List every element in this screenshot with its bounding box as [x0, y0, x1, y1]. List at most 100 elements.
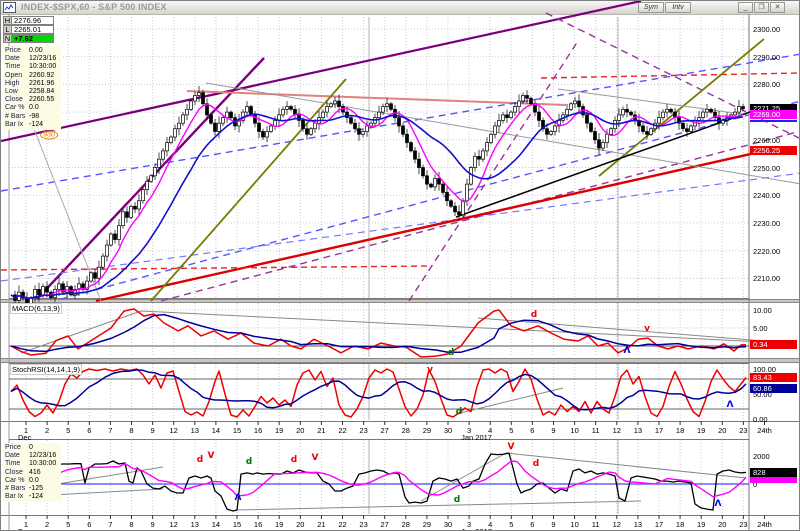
x-axis-day-label: 27 — [380, 426, 389, 435]
signal-annotation: v — [644, 324, 650, 334]
breadth-ma-badge — [750, 476, 797, 483]
x-axis-day-label: 8 — [129, 520, 134, 529]
x-axis-day-label: 11 — [591, 520, 600, 529]
x-axis-day-label: 30 — [443, 426, 453, 435]
price-axis-label: 2280.00 — [753, 80, 781, 90]
macd-signal-line — [10, 313, 747, 353]
signal-annotation: d — [290, 455, 298, 465]
x-axis-day-label: 13 — [190, 426, 199, 435]
signal-annotation: v — [427, 365, 433, 375]
breadth-line — [52, 452, 747, 512]
data-window-row: Time 10:30:00 — [5, 63, 57, 71]
x-axis-day-label: 12 — [169, 520, 178, 529]
x-axis-day-label: 28 — [401, 520, 410, 529]
x-axis-day-label: 28 — [401, 426, 410, 435]
x-axis-day-label: 10 — [570, 520, 579, 529]
data-window-row: Bar Ix -124 — [5, 493, 44, 501]
x-axis-day-label: 21 — [317, 426, 326, 435]
data-window-row: High 2261.96 — [5, 79, 55, 87]
x-axis-month-label: Jan 2017 — [461, 527, 492, 530]
x-axis-day-label: 5 — [509, 426, 514, 435]
data-window-row: # Bars -125 — [5, 485, 44, 493]
x-axis-day-label: 19 — [275, 426, 284, 435]
trendline — [205, 82, 799, 185]
price-axis-label: 2290.00 — [753, 52, 781, 62]
signal-annotation: V — [311, 453, 319, 463]
x-axis-day-label: 12 — [169, 426, 178, 435]
signal-annotation: d — [447, 348, 455, 358]
data-window-bottom: Price 0 Date 12/23/16 Time 10:30:00 Close 416 Ca… — [3, 443, 61, 503]
breadth-trendline — [235, 500, 642, 511]
x-axis-day-label: 10 — [570, 426, 579, 435]
x-axis-day-label: 23 — [739, 426, 748, 435]
breadth-value-badge: 828 — [750, 467, 797, 477]
breadth-trendline — [505, 452, 747, 479]
x-axis-day-label: 21 — [317, 520, 326, 529]
data-window-row: Date 12/23/16 — [5, 452, 57, 460]
data-window-main: Price 0.00 Date 12/23/16 Time 10:30:00 Open 226… — [3, 46, 61, 131]
quote-box: H 2276.96 L 2265.01 N +7.62 — [3, 16, 54, 43]
x-axis-month-label: Jan 2017 — [461, 433, 492, 442]
macd-axis-label: 5.00 — [753, 324, 768, 333]
x-axis-day-label: 20 — [296, 426, 305, 435]
quote-key: L — [3, 25, 12, 34]
data-window-row: Date 12/23/16 — [5, 55, 57, 63]
price-axis-label: 2260.00 — [753, 135, 781, 145]
signal-annotation: V — [507, 442, 515, 452]
x-axis-day-label: 27 — [380, 520, 389, 529]
x-axis-day-label: 23 — [359, 426, 368, 435]
ma-fast-line — [10, 103, 744, 299]
x-axis-day-label: 12 — [612, 426, 621, 435]
x-axis-day-label: 7 — [108, 520, 113, 529]
quote-row: N +7.62 — [3, 34, 54, 43]
x-axis-day-label: 18 — [675, 520, 685, 529]
x-axis-day-label: 20 — [718, 520, 727, 529]
x-axis-month-label: Dec — [18, 527, 31, 530]
ma-slow-line — [10, 112, 744, 300]
quote-key: H — [3, 16, 12, 25]
chart-plot-area[interactable] — [1, 1, 800, 531]
quote-value: +7.62 — [12, 34, 54, 43]
price-badge: 2256.25 — [750, 145, 797, 155]
signal-annotation: d — [453, 495, 461, 505]
x-axis-day-label: 5 — [66, 520, 71, 529]
stochrsi-axis-label: 0.00 — [753, 415, 768, 424]
x-axis-day-label: 13 — [633, 520, 643, 529]
quote-row: L 2265.01 — [3, 25, 54, 34]
x-axis-day-label: 24th — [757, 520, 772, 529]
macd-trendline — [140, 310, 765, 343]
x-axis-day-label: 22 — [338, 426, 347, 435]
price-axis-label: 2250.00 — [753, 163, 781, 173]
x-axis-day-label: 9 — [551, 520, 556, 529]
macd-value-badge: 0.34 — [750, 340, 797, 350]
x-axis-day-label: 19 — [697, 426, 706, 435]
data-window-row: Close 416 — [5, 468, 41, 476]
x-axis-day-label: 15 — [232, 520, 242, 529]
chart-window: INDEX-$SPX,60 - S&P 500 INDEX Sym Intv _… — [0, 0, 800, 531]
data-window-row: Car % 0.0 — [5, 476, 39, 484]
price-axis-label: 2300.00 — [753, 25, 781, 34]
price-axis-label: 2230.00 — [753, 218, 781, 228]
x-axis-day-label: 16 — [253, 520, 263, 529]
data-window-row: Car % 0.0 — [5, 104, 39, 112]
x-axis-day-label: 16 — [253, 426, 263, 435]
ma-slow-marker — [750, 119, 797, 122]
x-axis-day-label: 6 — [87, 426, 92, 435]
x-axis-day-label: 13 — [633, 426, 643, 435]
breadth-trendline — [420, 452, 507, 502]
x-axis-day-label: 18 — [675, 426, 685, 435]
signal-annotation: V — [207, 451, 215, 461]
x-axis-day-label: 24th — [757, 426, 772, 435]
data-window-row: Price 0 — [5, 444, 33, 451]
x-axis-day-label: 12 — [612, 520, 621, 529]
x-axis-day-label: 8 — [129, 426, 134, 435]
x-axis-day-label: 22 — [338, 520, 347, 529]
x-axis-day-label: 17 — [654, 520, 664, 529]
x-axis-day-label: 17 — [654, 426, 664, 435]
breadth-ma-line — [52, 460, 747, 498]
data-window-row: Time 10:30:00 — [5, 460, 57, 468]
x-axis-day-label: 29 — [422, 426, 432, 435]
x-axis-day-label: 2 — [45, 426, 50, 435]
x-axis-day-label: 20 — [718, 426, 727, 435]
x-axis-day-label: 13 — [190, 520, 199, 529]
